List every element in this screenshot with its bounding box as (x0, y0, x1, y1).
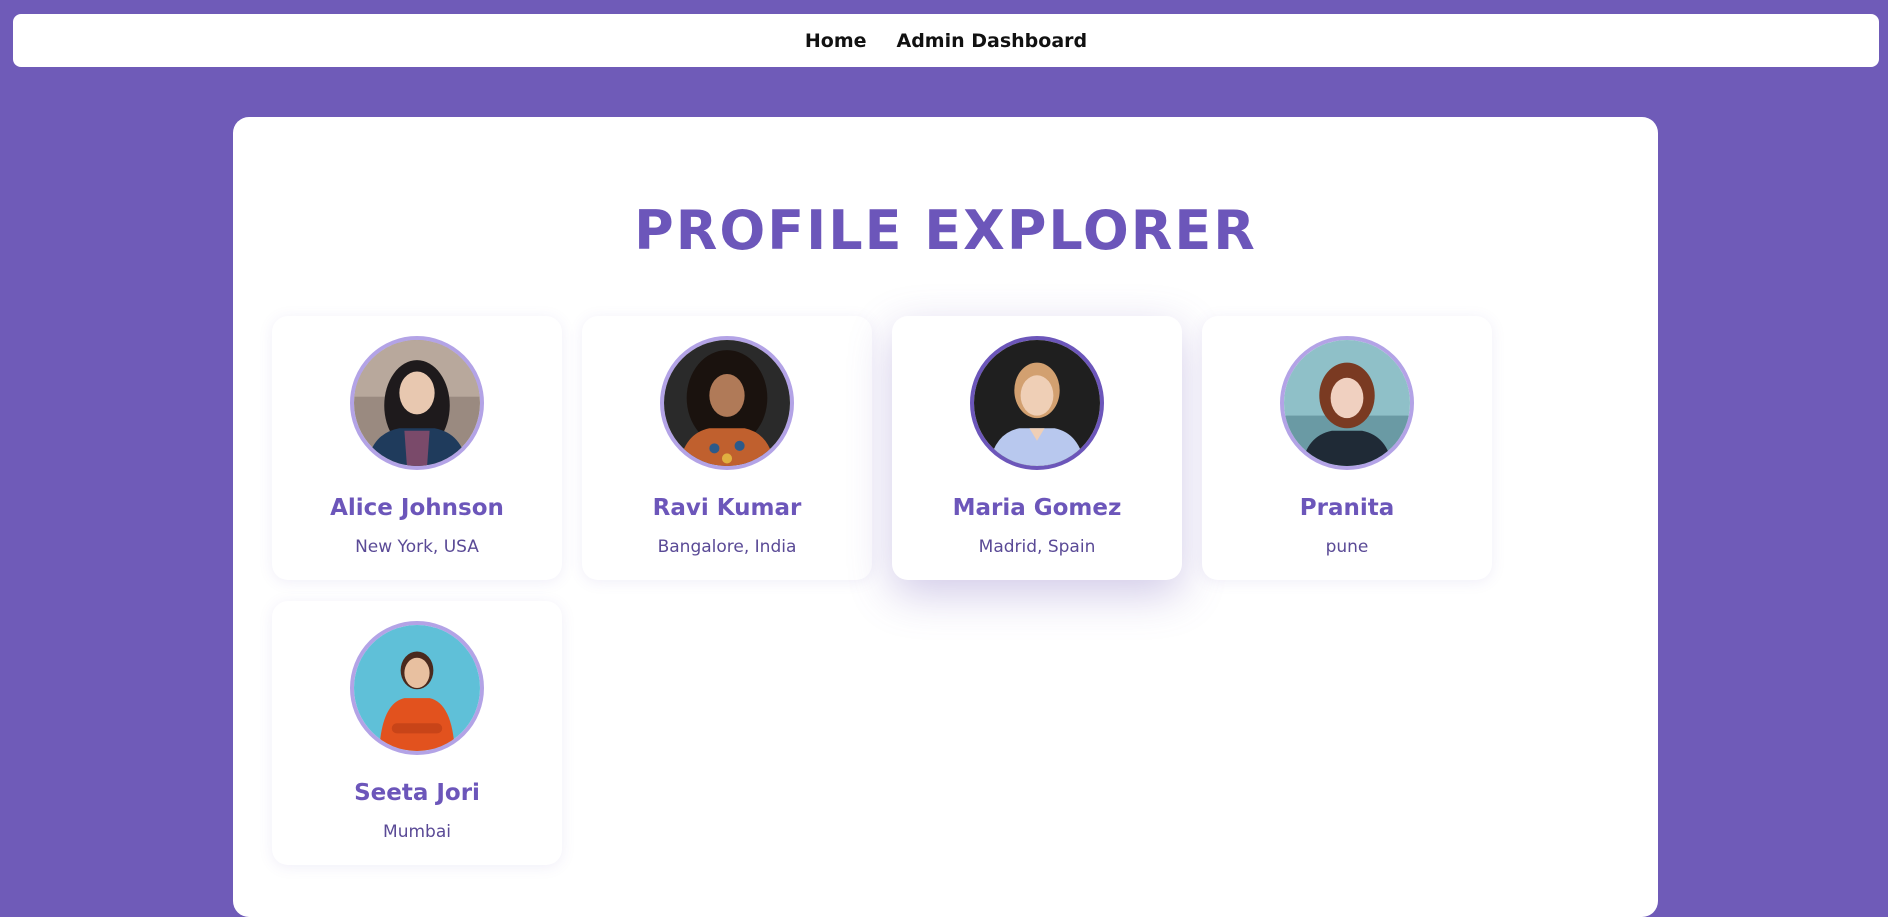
profile-location: Mumbai (383, 822, 451, 842)
page-title: PROFILE EXPLORER (634, 199, 1257, 262)
profile-name: Ravi Kumar (652, 495, 802, 521)
avatar (1280, 336, 1414, 470)
nav-home-link[interactable]: Home (805, 30, 867, 52)
avatar (350, 621, 484, 755)
avatar (970, 336, 1104, 470)
profile-name: Alice Johnson (330, 495, 504, 521)
avatar (660, 336, 794, 470)
profile-card[interactable]: Seeta Jori Mumbai (272, 601, 562, 865)
profile-location: Bangalore, India (657, 537, 797, 557)
avatar (350, 336, 484, 470)
profile-location: pune (1325, 537, 1369, 557)
profile-location: Madrid, Spain (978, 537, 1096, 557)
profile-name: Pranita (1299, 495, 1395, 521)
profile-panel: PROFILE EXPLORER Alice Johnson New York,… (233, 117, 1658, 917)
profile-card[interactable]: Maria Gomez Madrid, Spain (892, 316, 1182, 580)
profile-card[interactable]: Pranita pune (1202, 316, 1492, 580)
profile-card[interactable]: Alice Johnson New York, USA (272, 316, 562, 580)
profile-location: New York, USA (355, 537, 479, 557)
profile-card[interactable]: Ravi Kumar Bangalore, India (582, 316, 872, 580)
nav-admin-dashboard-link[interactable]: Admin Dashboard (897, 30, 1088, 52)
profile-name: Maria Gomez (952, 495, 1122, 521)
profile-name: Seeta Jori (354, 780, 480, 806)
top-navbar: Home Admin Dashboard (13, 14, 1879, 67)
